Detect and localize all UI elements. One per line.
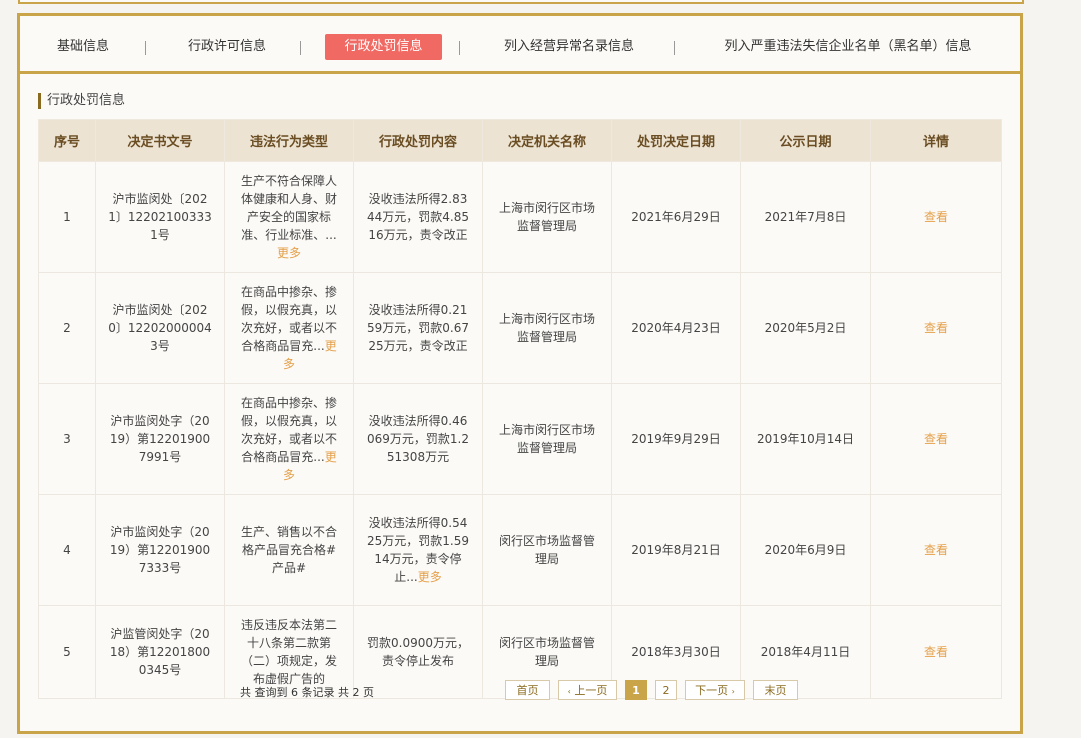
table-header-row: 序号 决定书文号 违法行为类型 行政处罚内容 决定机关名称 处罚决定日期 公示日… [38, 119, 1002, 162]
page-button[interactable]: 2 [655, 680, 677, 700]
penalty-text: 罚款0.0900万元，责令停止发布 [367, 636, 469, 668]
cell-detail: 查看 [870, 494, 1002, 606]
cell-violation-type: 在商品中掺杂、掺假，以假充真，以次充好，或者以不合格商品冒充...更多 [224, 272, 354, 384]
prev-page-button[interactable]: ‹ 上一页 [558, 680, 617, 700]
violation-text: 违反违反本法第二十八条第二款第（二）项规定，发布虚假广告的 [240, 618, 337, 686]
cell-authority: 闵行区市场监督管理局 [482, 494, 612, 606]
tab-separator [459, 41, 460, 55]
section-title: 行政处罚信息 [38, 93, 125, 109]
table-row: 4 沪市监闵处字（2019）第122019007333号 生产、销售以不合格产品… [38, 494, 1002, 606]
column-header: 行政处罚内容 [353, 119, 483, 162]
cell-decision-date: 2019年8月21日 [611, 494, 741, 606]
column-header: 处罚决定日期 [611, 119, 741, 162]
penalty-table: 序号 决定书文号 违法行为类型 行政处罚内容 决定机关名称 处罚决定日期 公示日… [38, 119, 1002, 699]
next-page-button[interactable]: 下一页 › [685, 680, 745, 700]
cell-detail: 查看 [870, 272, 1002, 384]
table-row: 3 沪市监闵处字（2019）第122019007991号 在商品中掺杂、掺假，以… [38, 383, 1002, 495]
pager-summary: 共 查询到 6 条记录 共 2 页 [240, 686, 374, 699]
more-link[interactable]: 更多 [418, 570, 442, 584]
tab-blacklist[interactable]: 列入严重违法失信企业名单（黑名单）信息 [710, 34, 986, 60]
previous-panel-edge [18, 0, 1024, 4]
first-page-button[interactable]: 首页 [505, 680, 550, 700]
view-link[interactable]: 查看 [924, 210, 948, 224]
cell-doc-number: 沪市监闵处字（2019）第122019007991号 [95, 383, 225, 495]
column-header: 决定机关名称 [482, 119, 612, 162]
cell-publish-date: 2021年7月8日 [740, 161, 871, 273]
chevron-left-icon: ‹ [567, 687, 571, 696]
cell-doc-number: 沪市监闵处〔2021〕122021003331号 [95, 161, 225, 273]
last-page-button[interactable]: 末页 [753, 680, 798, 700]
cell-no: 1 [38, 161, 96, 273]
tab-license-info[interactable]: 行政许可信息 [182, 34, 272, 60]
cell-no: 4 [38, 494, 96, 606]
cell-penalty-content: 没收违法所得0.5425万元，罚款1.5914万元，责令停止...更多 [353, 494, 483, 606]
tab-abnormal-list[interactable]: 列入经营异常名录信息 [496, 34, 642, 60]
penalty-text: 没收违法所得0.2159万元，罚款0.6725万元，责令改正 [367, 303, 469, 353]
cell-penalty-content: 没收违法所得2.8344万元，罚款4.8516万元，责令改正 [353, 161, 483, 273]
tab-separator [300, 41, 301, 55]
view-link[interactable]: 查看 [924, 432, 948, 446]
cell-violation-type: 生产不符合保障人体健康和人身、财产安全的国家标准、行业标准、... 更多 [224, 161, 354, 273]
tab-bar: 基础信息 行政许可信息 行政处罚信息 列入经营异常名录信息 列入严重违法失信企业… [20, 16, 1020, 74]
page-button-current[interactable]: 1 [625, 680, 647, 700]
cell-detail: 查看 [870, 383, 1002, 495]
column-header: 序号 [38, 119, 96, 162]
cell-doc-number: 沪监管闵处字（2018）第122018000345号 [95, 605, 225, 699]
column-header: 详情 [870, 119, 1002, 162]
view-link[interactable]: 查看 [924, 645, 948, 659]
view-link[interactable]: 查看 [924, 321, 948, 335]
cell-publish-date: 2019年10月14日 [740, 383, 871, 495]
cell-decision-date: 2020年4月23日 [611, 272, 741, 384]
tab-separator [674, 41, 675, 55]
cell-no: 5 [38, 605, 96, 699]
cell-violation-type: 生产、销售以不合格产品冒充合格#产品# [224, 494, 354, 606]
prev-page-label: 上一页 [574, 684, 608, 697]
penalty-panel: 基础信息 行政许可信息 行政处罚信息 列入经营异常名录信息 列入严重违法失信企业… [17, 13, 1023, 734]
cell-publish-date: 2020年5月2日 [740, 272, 871, 384]
cell-authority: 上海市闵行区市场监督管理局 [482, 383, 612, 495]
violation-text: 生产不符合保障人体健康和人身、财产安全的国家标准、行业标准、... [240, 174, 337, 242]
cell-detail: 查看 [870, 161, 1002, 273]
cell-penalty-content: 没收违法所得0.2159万元，罚款0.6725万元，责令改正 [353, 272, 483, 384]
violation-text: 在商品中掺杂、掺假，以假充真，以次充好，或者以不合格商品冒充... [240, 396, 337, 464]
chevron-right-icon: › [731, 687, 735, 696]
tab-separator [145, 41, 146, 55]
cell-doc-number: 沪市监闵处字（2019）第122019007333号 [95, 494, 225, 606]
penalty-text: 没收违法所得2.8344万元，罚款4.8516万元，责令改正 [367, 192, 469, 242]
cell-no: 3 [38, 383, 96, 495]
tab-basic-info[interactable]: 基础信息 [54, 34, 112, 60]
cell-violation-type: 在商品中掺杂、掺假，以假充真，以次充好，或者以不合格商品冒充...更多 [224, 383, 354, 495]
cell-publish-date: 2020年6月9日 [740, 494, 871, 606]
cell-no: 2 [38, 272, 96, 384]
next-page-label: 下一页 [695, 684, 729, 697]
cell-detail: 查看 [870, 605, 1002, 699]
cell-decision-date: 2019年9月29日 [611, 383, 741, 495]
cell-doc-number: 沪市监闵处〔2020〕122020000043号 [95, 272, 225, 384]
column-header: 违法行为类型 [224, 119, 354, 162]
cell-authority: 上海市闵行区市场监督管理局 [482, 161, 612, 273]
more-link[interactable]: 更多 [277, 246, 301, 260]
tab-penalty-info[interactable]: 行政处罚信息 [325, 34, 442, 60]
table-row: 1 沪市监闵处〔2021〕122021003331号 生产不符合保障人体健康和人… [38, 161, 1002, 273]
column-header: 公示日期 [740, 119, 871, 162]
cell-decision-date: 2021年6月29日 [611, 161, 741, 273]
column-header: 决定书文号 [95, 119, 225, 162]
violation-text: 在商品中掺杂、掺假，以假充真，以次充好，或者以不合格商品冒充... [240, 285, 337, 353]
cell-authority: 上海市闵行区市场监督管理局 [482, 272, 612, 384]
table-row: 2 沪市监闵处〔2020〕122020000043号 在商品中掺杂、掺假，以假充… [38, 272, 1002, 384]
cell-penalty-content: 没收违法所得0.46069万元，罚款1.251308万元 [353, 383, 483, 495]
view-link[interactable]: 查看 [924, 543, 948, 557]
violation-text: 生产、销售以不合格产品冒充合格#产品# [240, 525, 337, 575]
penalty-text: 没收违法所得0.46069万元，罚款1.251308万元 [367, 414, 469, 464]
